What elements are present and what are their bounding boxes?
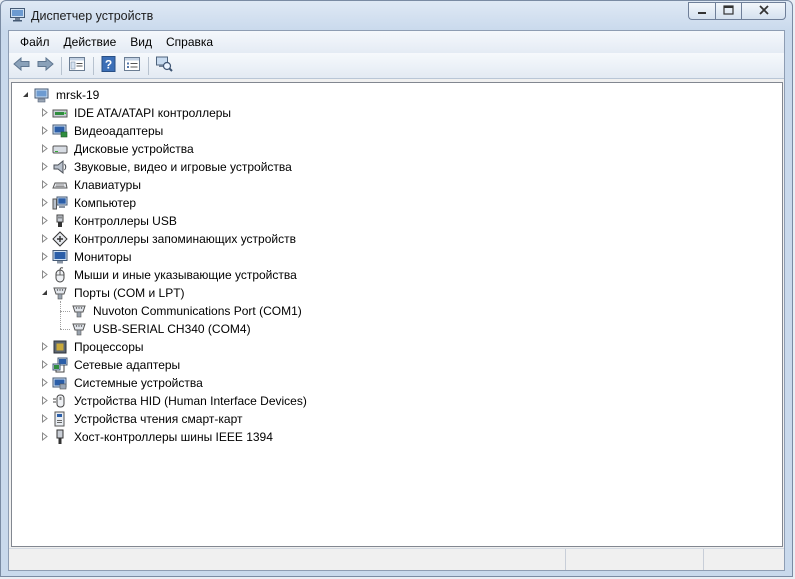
usb-icon <box>52 213 68 229</box>
keyboard-icon <box>52 177 68 193</box>
tree-item-label: Устройства HID (Human Interface Devices) <box>74 394 307 408</box>
client-area: Файл Действие Вид Справка ? mrsk-19 IDE … <box>8 30 785 571</box>
tree-child-label: Nuvoton Communications Port (COM1) <box>93 304 302 318</box>
expand-arrow-icon[interactable] <box>40 216 49 225</box>
tree-item-label: Видеоадаптеры <box>74 124 164 138</box>
forward-icon <box>36 56 54 74</box>
tree-connector <box>60 301 61 329</box>
computer-icon <box>34 87 50 103</box>
tree-root-label: mrsk-19 <box>56 88 100 102</box>
tree-item-label: Дисковые устройства <box>74 142 194 156</box>
expand-arrow-icon[interactable] <box>40 234 49 243</box>
toolbar: ? <box>9 53 784 79</box>
scan-hardware-button[interactable] <box>153 55 175 77</box>
tree-item-label: Процессоры <box>74 340 144 354</box>
menu-action[interactable]: Действие <box>57 33 124 51</box>
status-cell-right <box>704 549 784 570</box>
device-manager-window: Диспетчер устройств Файл Действие Вид Сп… <box>0 0 793 577</box>
minimize-icon <box>697 4 707 18</box>
storage-controller-icon <box>52 231 68 247</box>
back-icon <box>13 56 31 74</box>
maximize-icon <box>723 4 734 18</box>
expand-arrow-icon[interactable] <box>40 360 49 369</box>
expand-arrow-icon[interactable] <box>40 270 49 279</box>
computer-icon <box>52 195 68 211</box>
toolbar-separator <box>61 56 62 75</box>
tree-item-label: Устройства чтения смарт-карт <box>74 412 243 426</box>
tree-item-label: Порты (COM и LPT) <box>74 286 185 300</box>
port-icon <box>52 285 68 301</box>
scan-hardware-icon <box>155 56 173 75</box>
status-cell-middle <box>566 549 704 570</box>
expand-arrow-icon[interactable] <box>40 108 49 117</box>
tree-item-label: Мыши и иные указывающие устройства <box>74 268 297 282</box>
tree-item-label: Звуковые, видео и игровые устройства <box>74 160 292 174</box>
collapse-arrow-icon[interactable] <box>40 288 49 297</box>
monitor-icon <box>52 249 68 265</box>
tree-item-label: Компьютер <box>74 196 137 210</box>
disk-drive-icon <box>52 141 68 157</box>
mouse-icon <box>52 267 68 283</box>
network-adapter-icon <box>52 357 68 373</box>
expand-arrow-icon[interactable] <box>40 198 49 207</box>
console-tree-icon <box>69 57 85 74</box>
smart-card-reader-icon <box>52 411 68 427</box>
port-icon <box>71 321 87 337</box>
tree-child-label: USB-SERIAL CH340 (COM4) <box>93 322 251 336</box>
expand-arrow-icon[interactable] <box>40 252 49 261</box>
expand-arrow-icon[interactable] <box>40 180 49 189</box>
toolbar-separator <box>93 56 94 75</box>
menu-help[interactable]: Справка <box>159 33 220 51</box>
expand-arrow-icon[interactable] <box>40 378 49 387</box>
device-manager-app-icon <box>10 8 26 22</box>
maximize-button[interactable] <box>715 2 741 20</box>
status-bar <box>9 548 784 570</box>
close-button[interactable] <box>741 2 786 20</box>
ieee1394-icon <box>52 429 68 445</box>
svg-text:?: ? <box>105 58 112 72</box>
device-tree[interactable]: mrsk-19 IDE ATA/ATAPI контроллеры Видеоад… <box>11 82 783 547</box>
expand-arrow-icon[interactable] <box>40 144 49 153</box>
collapse-arrow-icon[interactable] <box>21 90 30 99</box>
expand-arrow-icon[interactable] <box>40 414 49 423</box>
toolbar-separator <box>148 56 149 75</box>
menu-bar: Файл Действие Вид Справка <box>9 31 784 53</box>
tree-item-label: Контроллеры запоминающих устройств <box>74 232 296 246</box>
help-button[interactable]: ? <box>98 55 120 77</box>
properties-button[interactable] <box>121 55 143 77</box>
tree-connector <box>60 311 70 312</box>
minimize-button[interactable] <box>688 2 715 20</box>
system-device-icon <box>52 375 68 391</box>
status-cell-main <box>9 549 566 570</box>
window-title: Диспетчер устройств <box>31 9 154 23</box>
processor-icon <box>52 339 68 355</box>
back-button[interactable] <box>11 55 33 77</box>
close-icon <box>758 4 770 18</box>
tree-connector <box>60 329 70 330</box>
expand-arrow-icon[interactable] <box>40 396 49 405</box>
expand-arrow-icon[interactable] <box>40 162 49 171</box>
tree-item-label: IDE ATA/ATAPI контроллеры <box>74 106 232 120</box>
expand-arrow-icon[interactable] <box>40 342 49 351</box>
speaker-icon <box>52 159 68 175</box>
tree-item-label: Мониторы <box>74 250 132 264</box>
forward-button[interactable] <box>34 55 56 77</box>
tree-item-label: Клавиатуры <box>74 178 141 192</box>
tree-item-label: Сетевые адаптеры <box>74 358 181 372</box>
tree-item-label: Системные устройства <box>74 376 203 390</box>
ide-controller-icon <box>52 105 68 121</box>
menu-view[interactable]: Вид <box>123 33 159 51</box>
tree-item-label: Хост-контроллеры шины IEEE 1394 <box>74 430 273 444</box>
tree-item-label: Контроллеры USB <box>74 214 177 228</box>
title-bar[interactable]: Диспетчер устройств <box>1 1 792 31</box>
expand-arrow-icon[interactable] <box>40 432 49 441</box>
expand-arrow-icon[interactable] <box>40 126 49 135</box>
display-adapter-icon <box>52 123 68 139</box>
menu-file[interactable]: Файл <box>13 33 57 51</box>
console-tree-button[interactable] <box>66 55 88 77</box>
properties-icon <box>124 57 140 74</box>
port-icon <box>71 303 87 319</box>
help-icon: ? <box>101 56 117 75</box>
hid-icon <box>52 393 68 409</box>
